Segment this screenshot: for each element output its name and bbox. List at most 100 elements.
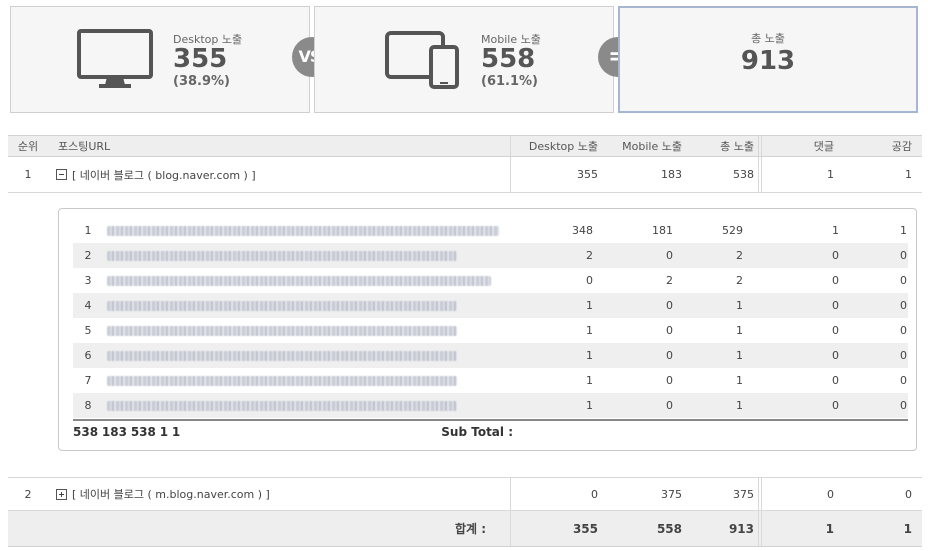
detail-row: 6 1 0 1 0 0 [73,343,908,368]
row-url-label[interactable]: [ 네이버 블로그 ( m.blog.naver.com ) ] [72,486,270,502]
detail-row: 8 1 0 1 0 0 [73,393,908,418]
detail-row: 2 2 0 2 0 0 [73,243,908,268]
collapse-toggle-icon[interactable] [56,169,67,180]
mobile-value: 558 [481,44,536,74]
row-url: [ 네이버 블로그 ( blog.naver.com ) ] [56,157,496,192]
detail-desktop: 1 [586,399,593,412]
detail-mobile: 0 [666,249,673,262]
detail-index: 1 [84,224,92,237]
row-likes: 0 [905,487,912,501]
detail-mobile: 0 [666,399,673,412]
detail-comments: 0 [832,399,839,412]
header-desktop: Desktop 노출 [528,140,598,153]
header-total: 총 노출 [720,140,754,153]
detail-likes: 0 [900,274,907,287]
detail-panel: 1 348 181 529 1 1 2 2 0 2 0 0 3 0 2 2 0 … [58,208,917,451]
grand-total-likes: 1 [903,521,912,536]
row-comments: 0 [827,487,834,501]
table-row: 2 [ 네이버 블로그 ( m.blog.naver.com ) ] 0 375… [8,477,922,511]
detail-index: 3 [84,274,92,287]
grand-total-mobile: 558 [656,521,682,536]
total-value: 913 [740,46,796,76]
detail-url-link[interactable] [107,243,507,268]
desktop-value: 355 [173,44,228,74]
detail-mobile: 181 [652,224,673,237]
row-url-label[interactable]: [ 네이버 블로그 ( blog.naver.com ) ] [72,167,256,183]
detail-row: 3 0 2 2 0 0 [73,268,908,293]
row-total: 538 [733,168,754,181]
row-desktop: 355 [577,168,598,181]
detail-mobile: 0 [666,374,673,387]
grand-total-label: 합계 : [454,522,486,536]
detail-index: 6 [84,349,92,362]
header-likes: 공감 [891,140,912,153]
detail-likes: 0 [900,399,907,412]
detail-desktop: 1 [586,349,593,362]
tablet-phone-icon [385,31,461,94]
mobile-percent: (61.1%) [481,74,538,89]
detail-mobile: 0 [666,299,673,312]
detail-row: 5 1 0 1 0 0 [73,318,908,343]
detail-url-link[interactable] [107,318,507,343]
detail-desktop: 1 [586,374,593,387]
detail-total: 529 [722,224,743,237]
row-likes: 1 [905,168,912,181]
detail-url-link[interactable] [107,393,507,418]
detail-total: 1 [736,399,743,412]
detail-index: 2 [84,249,92,262]
detail-mobile: 0 [666,349,673,362]
detail-likes: 0 [900,374,907,387]
row-mobile: 375 [661,487,682,501]
detail-likes: 0 [900,324,907,337]
row-comments: 1 [827,168,834,181]
detail-total: 2 [736,249,743,262]
detail-total: 1 [736,349,743,362]
detail-desktop: 1 [586,299,593,312]
detail-comments: 1 [832,224,839,237]
expand-toggle-icon[interactable] [56,488,67,500]
grand-total-row: 합계 : 355 558 913 1 1 [8,511,922,547]
desktop-impressions-card: Desktop 노출 355 (38.9%) [10,6,310,113]
detail-total: 1 [736,374,743,387]
detail-likes: 1 [900,224,907,237]
detail-row: 4 1 0 1 0 0 [73,293,908,318]
row-desktop: 0 [591,487,598,501]
detail-comments: 0 [832,349,839,362]
mobile-impressions-card: Mobile 노출 558 (61.1%) [314,6,614,113]
detail-url-link[interactable] [107,368,507,393]
detail-desktop: 348 [572,224,593,237]
detail-total: 1 [736,299,743,312]
detail-index: 5 [84,324,92,337]
detail-row: 1 348 181 529 1 1 [73,218,908,243]
subtotal-total: 538 [130,425,156,439]
table-row: 1 [ 네이버 블로그 ( blog.naver.com ) ] 355 183… [8,157,922,193]
detail-likes: 0 [900,299,907,312]
subtotal-likes: 1 [171,425,181,439]
row-url: [ 네이버 블로그 ( m.blog.naver.com ) ] [56,478,496,510]
detail-comments: 0 [832,299,839,312]
detail-url-link[interactable] [107,343,507,368]
desktop-percent: (38.9%) [173,74,230,89]
subtotal-mobile: 183 [101,425,127,439]
grand-total-desktop: 355 [572,521,598,536]
header-comments: 댓글 [813,140,834,153]
detail-comments: 0 [832,374,839,387]
table-header: 순위 포스팅URL Desktop 노출 Mobile 노출 총 노출 댓글 공… [8,135,922,157]
detail-desktop: 0 [586,274,593,287]
detail-url-link[interactable] [107,218,507,243]
subtotal-label: Sub Total : [441,425,513,439]
detail-likes: 0 [900,349,907,362]
row-total: 375 [733,487,754,501]
detail-comments: 0 [832,274,839,287]
grand-total-total: 913 [728,521,754,536]
grand-total-comments: 1 [825,521,834,536]
header-rank: 순위 [17,140,39,153]
detail-total: 2 [736,274,743,287]
detail-total: 1 [736,324,743,337]
monitor-icon [77,29,153,94]
detail-comments: 0 [832,249,839,262]
detail-url-link[interactable] [107,268,507,293]
row-rank: 1 [24,168,32,181]
detail-url-link[interactable] [107,293,507,318]
subtotal-comments: 1 [159,425,169,439]
